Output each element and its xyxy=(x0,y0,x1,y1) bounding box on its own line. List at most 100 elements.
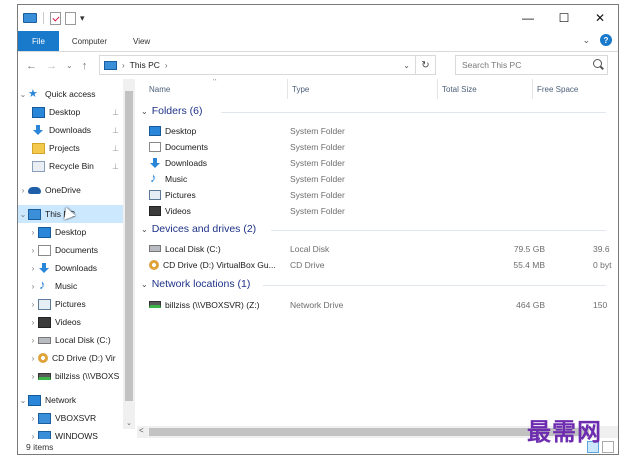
group-header-folders[interactable]: ⌄ Folders (6) xyxy=(141,105,606,117)
nav-item-projects[interactable]: Projects ⊥ xyxy=(18,139,123,157)
nav-item-downloads[interactable]: › Downloads xyxy=(18,259,123,277)
item-name: Videos xyxy=(165,205,191,216)
address-dropdown[interactable]: ⌄ xyxy=(403,61,410,70)
up-button[interactable]: ↑ xyxy=(82,60,88,72)
tab-view[interactable]: View xyxy=(120,31,163,51)
column-divider[interactable] xyxy=(437,79,438,99)
nav-item-recycle-bin[interactable]: Recycle Bin ⊥ xyxy=(18,157,123,175)
network-drive-icon xyxy=(38,372,51,380)
refresh-button[interactable]: ↻ xyxy=(416,55,436,75)
column-type[interactable]: Type xyxy=(292,85,309,94)
forward-button[interactable]: → xyxy=(46,60,57,72)
search-box[interactable]: Search This PC xyxy=(455,55,608,75)
collapse-icon[interactable]: ⌄ xyxy=(18,396,28,405)
breadcrumb-separator[interactable]: › xyxy=(165,61,168,70)
list-item[interactable]: billziss (\\VBOXSVR) (Z:) Network Drive … xyxy=(137,297,618,312)
nav-item-videos[interactable]: › Videos xyxy=(18,313,123,331)
navigation-scrollbar[interactable]: ⌄ xyxy=(123,79,135,429)
column-divider[interactable] xyxy=(532,79,533,99)
nav-item-label: CD Drive (D:) Vir xyxy=(52,353,116,363)
nav-item-desktop[interactable]: › Desktop xyxy=(18,223,123,241)
expand-icon[interactable]: › xyxy=(28,414,38,423)
music-icon xyxy=(149,170,161,185)
list-item[interactable]: Music System Folder xyxy=(137,170,618,186)
scrollbar-thumb[interactable] xyxy=(125,91,133,401)
group-title: Network locations (1) xyxy=(151,278,251,290)
nav-item-label: WINDOWS xyxy=(55,431,98,439)
expand-icon[interactable]: › xyxy=(28,264,38,273)
nav-item-onedrive[interactable]: › OneDrive xyxy=(18,181,123,199)
column-free-space[interactable]: Free Space xyxy=(537,85,578,94)
nav-item-pictures[interactable]: › Pictures xyxy=(18,295,123,313)
expand-icon[interactable]: › xyxy=(28,282,38,291)
expand-ribbon-button[interactable]: ⌄ xyxy=(582,35,590,46)
list-item[interactable]: Local Disk (C:) Local Disk 79.5 GB 39.6 xyxy=(137,241,618,256)
item-name: Local Disk (C:) xyxy=(165,243,221,254)
expand-icon[interactable]: › xyxy=(18,186,28,195)
group-header-devices[interactable]: ⌄ Devices and drives (2) xyxy=(141,223,606,235)
list-item[interactable]: Videos System Folder xyxy=(137,203,618,218)
breadcrumb-separator[interactable]: › xyxy=(122,61,125,70)
expand-icon[interactable]: › xyxy=(28,318,38,327)
list-item[interactable]: Pictures System Folder xyxy=(137,187,618,202)
properties-icon[interactable] xyxy=(50,11,61,25)
column-divider[interactable] xyxy=(287,79,288,99)
window-controls: — ☐ ✕ xyxy=(510,5,618,31)
nav-item-network-drive[interactable]: › billziss (\\VBOXS xyxy=(18,367,123,385)
column-total-size[interactable]: Total Size xyxy=(442,85,477,94)
column-name[interactable]: Name xyxy=(149,85,170,94)
expand-icon[interactable]: › xyxy=(28,228,38,237)
expand-icon[interactable]: › xyxy=(28,246,38,255)
collapse-icon[interactable]: ⌄ xyxy=(18,90,28,99)
tab-computer[interactable]: Computer xyxy=(59,31,120,51)
tab-file[interactable]: File xyxy=(18,31,59,51)
star-icon: ★ xyxy=(28,87,38,100)
cd-drive-icon xyxy=(38,353,48,363)
list-item[interactable]: Desktop System Folder xyxy=(137,123,618,138)
nav-item-downloads[interactable]: Downloads ⊥ xyxy=(18,121,123,139)
this-pc-icon xyxy=(104,60,117,70)
nav-item-music[interactable]: › Music xyxy=(18,277,123,295)
minimize-button[interactable]: — xyxy=(510,5,546,31)
maximize-button[interactable]: ☐ xyxy=(546,5,582,31)
customize-toolbar-dropdown[interactable]: ▾ xyxy=(80,13,85,24)
expand-icon[interactable]: › xyxy=(28,432,38,440)
list-item[interactable]: Downloads System Folder xyxy=(137,155,618,170)
help-icon[interactable]: ? xyxy=(600,34,612,46)
group-divider xyxy=(263,285,606,286)
group-header-network-locations[interactable]: ⌄ Network locations (1) xyxy=(141,278,606,290)
back-button[interactable]: ← xyxy=(26,60,37,72)
item-name: Documents xyxy=(165,141,208,152)
nav-item-documents[interactable]: › Documents xyxy=(18,241,123,259)
chevron-down-icon: ⌄ xyxy=(141,224,148,234)
expand-icon[interactable]: › xyxy=(28,354,38,363)
scrollbar-thumb[interactable] xyxy=(149,428,589,436)
nav-item-quick-access[interactable]: ⌄ ★ Quick access xyxy=(18,85,123,103)
nav-item-label: Music xyxy=(55,281,78,291)
item-name: billziss (\\VBOXSVR) (Z:) xyxy=(165,299,260,310)
nav-item-vboxsvr[interactable]: › VBOXSVR xyxy=(18,409,123,427)
scroll-down-button[interactable]: ⌄ xyxy=(123,419,135,427)
expand-icon[interactable]: › xyxy=(28,300,38,309)
large-icons-view-button[interactable] xyxy=(602,441,614,453)
scroll-left-button[interactable]: < xyxy=(139,426,144,435)
navigation-pane: ⌄ ★ Quick access Desktop ⊥ Downloads ⊥ P… xyxy=(18,79,123,439)
nav-item-cd-drive[interactable]: › CD Drive (D:) Vir xyxy=(18,349,123,367)
address-bar[interactable]: › This PC › ⌄ xyxy=(99,55,416,75)
collapse-icon[interactable]: ⌄ xyxy=(18,210,28,219)
new-folder-icon[interactable] xyxy=(65,11,76,25)
downloads-icon xyxy=(32,124,45,136)
breadcrumb-this-pc[interactable]: This PC xyxy=(130,60,160,70)
close-button[interactable]: ✕ xyxy=(582,5,618,31)
nav-item-desktop[interactable]: Desktop ⊥ xyxy=(18,103,123,121)
expand-icon[interactable]: › xyxy=(28,372,38,381)
nav-item-network[interactable]: ⌄ Network xyxy=(18,391,123,409)
cd-drive-icon xyxy=(149,259,159,270)
recent-locations-button[interactable]: ⌄ xyxy=(66,61,73,70)
desktop-icon xyxy=(32,106,45,118)
list-item[interactable]: CD Drive (D:) VirtualBox Gu... CD Drive … xyxy=(137,257,618,272)
nav-item-local-disk[interactable]: › Local Disk (C:) xyxy=(18,331,123,349)
expand-icon[interactable]: › xyxy=(28,336,38,345)
nav-item-windows[interactable]: › WINDOWS xyxy=(18,427,123,439)
list-item[interactable]: Documents System Folder xyxy=(137,139,618,154)
